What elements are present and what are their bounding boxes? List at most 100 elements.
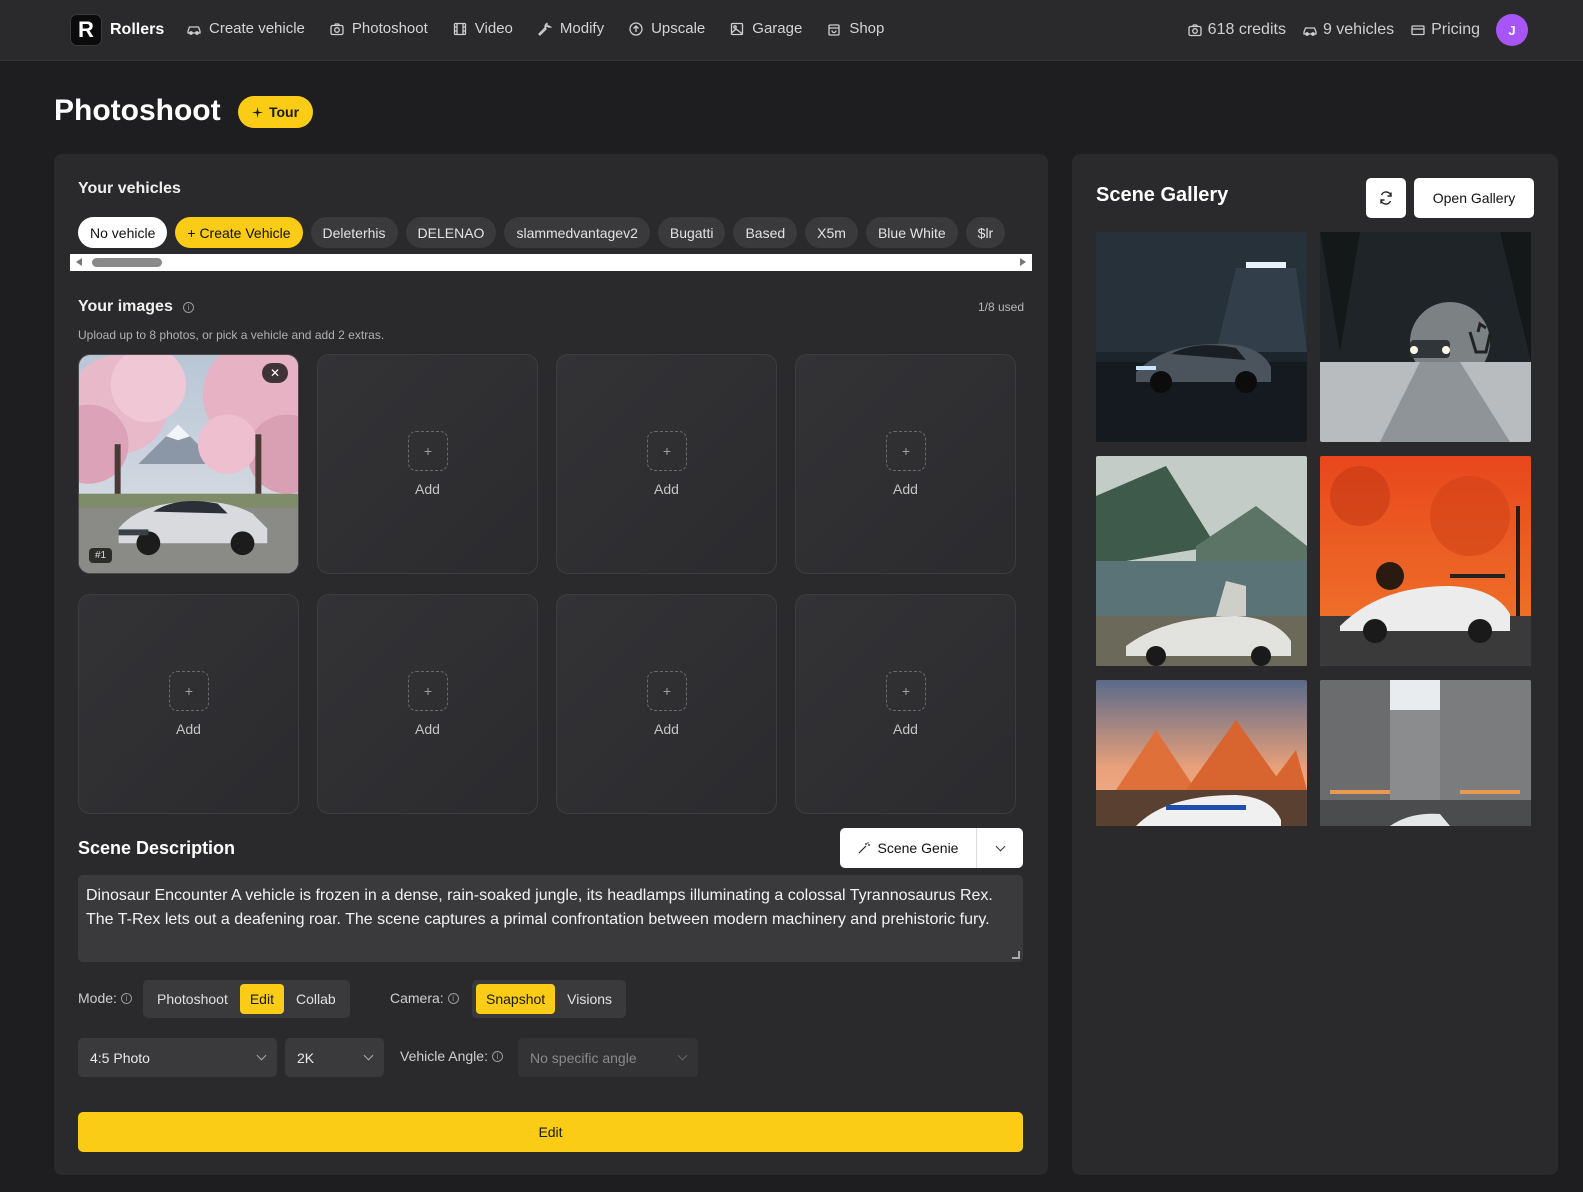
add-plus-icon: + — [647, 431, 687, 471]
tour-button[interactable]: Tour — [238, 96, 313, 128]
aspect-ratio-value: 4:5 Photo — [90, 1049, 150, 1066]
nav-garage[interactable]: Garage — [729, 20, 802, 37]
info-icon[interactable]: i — [120, 992, 132, 1004]
remove-image-button[interactable]: ✕ — [262, 363, 288, 383]
magic-wand-icon — [858, 842, 870, 854]
nav-photoshoot[interactable]: Photoshoot — [329, 20, 428, 37]
nav-label: Shop — [849, 20, 885, 37]
vehicle-angle-select[interactable]: No specific angle — [518, 1038, 698, 1077]
sparkle-icon — [251, 106, 263, 118]
add-image-slot[interactable]: + Add — [317, 594, 538, 814]
gallery-scene-garage[interactable] — [1096, 232, 1307, 442]
vehicle-chip[interactable]: Deleterhis — [310, 217, 398, 248]
add-image-slot[interactable]: + Add — [795, 354, 1016, 574]
add-plus-icon: + — [408, 671, 448, 711]
nav-label: Photoshoot — [351, 20, 428, 37]
nav-account-area: 618 credits 9 vehicles Pricing J — [1187, 14, 1528, 46]
vehicle-chip-no-vehicle[interactable]: No vehicle — [78, 217, 168, 248]
info-icon[interactable]: i — [491, 1050, 503, 1062]
scene-genie-control: Scene Genie — [840, 828, 1023, 868]
refresh-gallery-button[interactable] — [1366, 178, 1406, 218]
info-icon[interactable]: i — [182, 301, 194, 313]
scene-description-heading: Scene Description — [78, 838, 236, 858]
add-image-slot[interactable]: + Add — [78, 594, 299, 814]
gallery-scene-teepee-sunset[interactable] — [1096, 680, 1307, 826]
vehicle-chip[interactable]: slammedvantagev2 — [504, 217, 650, 248]
uploaded-image-slot-1[interactable]: ✕ #1 — [78, 354, 299, 574]
scroll-right-arrow-icon[interactable] — [1020, 258, 1026, 266]
images-subtitle: Upload up to 8 photos, or pick a vehicle… — [78, 328, 385, 342]
add-label: Add — [654, 481, 679, 497]
info-icon[interactable]: i — [447, 992, 459, 1004]
resolution-select[interactable]: 2K — [285, 1038, 384, 1077]
scrollbar-thumb[interactable] — [92, 258, 162, 267]
nav-label: Garage — [752, 20, 803, 37]
vehicle-chip-list: No vehicle + Create Vehicle Deleterhis D… — [78, 217, 1031, 249]
chevron-down-icon — [995, 841, 1005, 851]
image-icon — [731, 22, 744, 35]
create-vehicle-chip[interactable]: + Create Vehicle — [175, 217, 303, 248]
vehicle-chips-scrollbar[interactable] — [70, 254, 1032, 271]
add-image-slot[interactable]: + Add — [556, 594, 777, 814]
camera-option-snapshot[interactable]: Snapshot — [476, 984, 556, 1014]
vehicle-chip[interactable]: Blue White — [865, 217, 958, 248]
car-icon — [187, 25, 201, 35]
mode-label-row: Mode: i — [78, 990, 132, 1006]
mode-option-collab[interactable]: Collab — [286, 984, 346, 1014]
camera-option-visions[interactable]: Visions — [557, 984, 622, 1014]
credits-indicator[interactable]: 618 credits — [1187, 21, 1286, 39]
nav-upscale[interactable]: Upscale — [628, 20, 705, 37]
add-image-slot[interactable]: + Add — [317, 354, 538, 574]
nav-video[interactable]: Video — [452, 20, 513, 37]
chevron-down-icon — [256, 1050, 267, 1061]
top-navbar: R Rollers Create vehicle Photoshoot Vide… — [0, 0, 1583, 61]
edit-submit-button[interactable]: Edit — [78, 1112, 1023, 1152]
user-avatar[interactable]: J — [1496, 14, 1528, 46]
add-image-slot[interactable]: + Add — [795, 594, 1016, 814]
gallery-scene-snow-forest[interactable] — [1320, 232, 1531, 442]
scene-description-textarea[interactable]: Dinosaur Encounter A vehicle is frozen i… — [78, 875, 1023, 962]
add-plus-icon: + — [886, 671, 926, 711]
vehicle-chip[interactable]: Bugatti — [657, 217, 726, 248]
vehicle-chip[interactable]: $lr — [965, 217, 1006, 248]
open-gallery-button[interactable]: Open Gallery — [1414, 178, 1534, 218]
nav-shop[interactable]: Shop — [826, 20, 884, 37]
nav-modify[interactable]: Modify — [537, 20, 604, 37]
vehicle-chip[interactable]: X5m — [805, 217, 858, 248]
mode-segmented-control: Photoshoot Edit Collab — [143, 980, 350, 1018]
brand-name: Rollers — [110, 21, 165, 38]
nav-create-vehicle[interactable]: Create vehicle — [186, 20, 305, 37]
vehicle-chip[interactable]: DELENAO — [405, 217, 497, 248]
nav-label: Create vehicle — [209, 20, 305, 37]
vehicle-angle-label: Vehicle Angle: — [400, 1048, 488, 1064]
add-plus-icon: + — [886, 431, 926, 471]
image-index-badge: #1 — [89, 548, 113, 563]
vehicles-indicator[interactable]: 9 vehicles — [1302, 21, 1394, 39]
add-image-slot[interactable]: + Add — [556, 354, 777, 574]
camera-label-row: Camera: i — [390, 990, 459, 1006]
aspect-ratio-select[interactable]: 4:5 Photo — [78, 1038, 277, 1077]
nav-label: Modify — [559, 20, 605, 37]
resize-handle-icon[interactable] — [1012, 951, 1020, 959]
pricing-link[interactable]: Pricing — [1410, 21, 1480, 39]
pricing-label: Pricing — [1431, 21, 1480, 38]
gallery-scene-orange-sky[interactable] — [1320, 456, 1531, 666]
vehicle-chip[interactable]: Based — [733, 217, 798, 248]
wrench-icon — [537, 21, 553, 36]
resolution-value: 2K — [297, 1049, 315, 1066]
arrow-up-circle-icon — [629, 21, 643, 36]
scene-genie-button[interactable]: Scene Genie — [840, 828, 977, 868]
mode-option-photoshoot[interactable]: Photoshoot — [147, 984, 238, 1014]
mode-option-edit[interactable]: Edit — [239, 984, 284, 1014]
scene-thumbnail-image — [1096, 456, 1307, 666]
nav-links: Create vehicle Photoshoot Video Modify U… — [186, 20, 884, 37]
gallery-scene-lake[interactable] — [1096, 456, 1307, 666]
scene-genie-dropdown[interactable] — [977, 828, 1023, 868]
brand-logo[interactable]: R Rollers — [70, 14, 164, 46]
add-label: Add — [176, 721, 201, 737]
car-icon — [1303, 27, 1317, 36]
nav-label: Video — [474, 20, 513, 37]
gallery-scene-concrete[interactable] — [1320, 680, 1531, 826]
scroll-left-arrow-icon[interactable] — [76, 258, 82, 266]
mode-label: Mode: — [78, 990, 117, 1006]
